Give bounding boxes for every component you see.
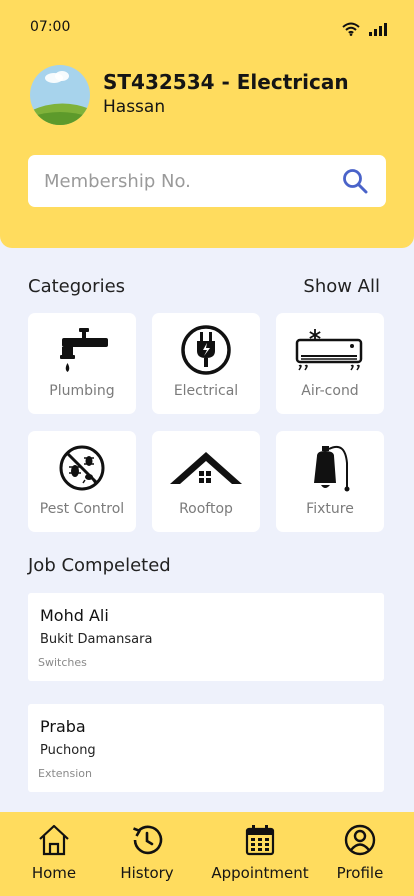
user-icon <box>344 824 376 856</box>
category-label: Rooftop <box>179 501 233 517</box>
nav-label: Appointment <box>211 864 309 882</box>
category-plumbing[interactable]: Plumbing <box>28 313 136 414</box>
nav-history[interactable]: History <box>116 822 178 882</box>
status-time: 07:00 <box>30 19 71 35</box>
user-name: Hassan <box>103 97 166 117</box>
lamp-icon <box>314 445 350 492</box>
roof-icon <box>170 452 242 484</box>
category-label: Fixture <box>306 501 354 517</box>
job-location: Puchong <box>40 743 96 758</box>
category-label: Air-cond <box>301 383 359 399</box>
category-fixture[interactable]: Fixture <box>276 431 384 532</box>
category-label: Plumbing <box>49 383 115 399</box>
job-card[interactable]: Mohd Ali Bukit Damansara Switches <box>28 593 384 681</box>
job-customer-name: Praba <box>40 717 86 736</box>
category-pest-control[interactable]: Pest Control <box>28 431 136 532</box>
signal-icon <box>369 23 387 36</box>
search-icon[interactable] <box>342 168 368 194</box>
show-all-link[interactable]: Show All <box>303 276 380 297</box>
job-type: Extension <box>38 767 93 780</box>
nav-label: Home <box>31 864 77 882</box>
category-rooftop[interactable]: Rooftop <box>152 431 260 532</box>
bottom-nav: Home History Appointment Profile <box>0 812 414 896</box>
categories-heading: Categories <box>28 276 126 297</box>
search-box <box>28 155 386 207</box>
status-icons <box>342 22 387 36</box>
history-icon <box>133 825 163 855</box>
jobs-heading: Job Compeleted <box>28 555 171 576</box>
plug-icon <box>181 325 231 375</box>
job-customer-name: Mohd Ali <box>40 606 109 625</box>
nav-label: History <box>120 864 174 882</box>
home-icon <box>39 824 69 856</box>
nav-home[interactable]: Home <box>24 822 84 882</box>
search-input[interactable] <box>44 167 324 195</box>
faucet-icon <box>60 328 108 372</box>
page-title: ST432534 - Electrican <box>103 70 349 94</box>
wifi-icon <box>342 22 360 36</box>
no-pests-icon <box>59 445 105 491</box>
air-conditioner-icon <box>295 329 363 371</box>
calendar-icon <box>245 825 275 856</box>
header: 07:00 ST432534 - Electrican Hassan <box>0 0 414 248</box>
job-location: Bukit Damansara <box>40 632 153 647</box>
avatar[interactable] <box>30 65 90 125</box>
nav-appointment[interactable]: Appointment <box>210 822 310 882</box>
job-card[interactable]: Praba Puchong Extension <box>28 704 384 792</box>
job-type: Switches <box>38 656 87 669</box>
nav-profile[interactable]: Profile <box>332 822 388 882</box>
category-label: Electrical <box>173 383 239 399</box>
category-label: Pest Control <box>39 501 125 517</box>
category-air-cond[interactable]: Air-cond <box>276 313 384 414</box>
category-electrical[interactable]: Electrical <box>152 313 260 414</box>
nav-label: Profile <box>336 864 384 882</box>
